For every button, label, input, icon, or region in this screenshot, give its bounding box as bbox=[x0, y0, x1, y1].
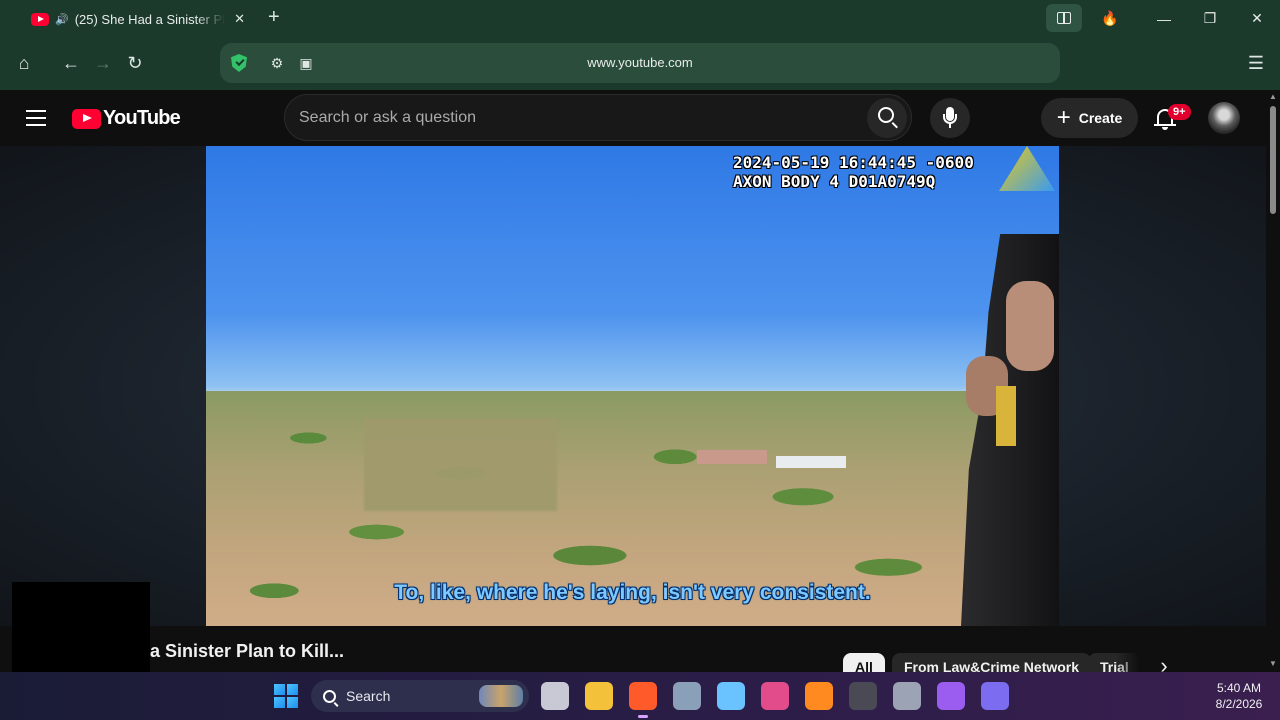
browser-address-bar: ⌂ ← → ↻ ⚙ ▣ www.youtube.com ☰ bbox=[0, 37, 1280, 90]
search-input[interactable] bbox=[299, 107, 839, 129]
axon-logo-icon bbox=[999, 146, 1055, 191]
close-window-button[interactable]: ✕ bbox=[1234, 0, 1280, 37]
task-view-icon[interactable] bbox=[541, 682, 569, 710]
search-highlight-icon bbox=[479, 685, 523, 707]
clock-date: 8/2/2026 bbox=[1215, 697, 1263, 711]
notepad-icon[interactable] bbox=[717, 682, 745, 710]
calculator-icon[interactable] bbox=[893, 682, 921, 710]
taskbar-search[interactable]: Search bbox=[311, 680, 529, 712]
bodycam-device-id: AXON BODY 4 D01A0749Q bbox=[733, 172, 936, 191]
video-title[interactable]: a Sinister Plan to Kill... bbox=[150, 641, 344, 662]
scroll-up-icon[interactable]: ▲ bbox=[1268, 92, 1278, 102]
video-building bbox=[697, 450, 767, 464]
create-label: Create bbox=[1078, 110, 1123, 126]
notification-badge: 9+ bbox=[1168, 104, 1191, 120]
search-icon bbox=[323, 689, 336, 703]
blurred-region bbox=[364, 419, 557, 511]
video-building bbox=[776, 456, 846, 468]
search-button[interactable] bbox=[867, 98, 907, 138]
windows-taskbar: Search 5:40 AM 8/2/2026 bbox=[0, 672, 1280, 720]
snipping-tool-icon[interactable] bbox=[761, 682, 789, 710]
plus-icon: + bbox=[1056, 104, 1071, 131]
search-box bbox=[284, 94, 912, 141]
tab-close-icon[interactable]: ✕ bbox=[234, 11, 245, 27]
video-holster bbox=[996, 386, 1016, 446]
restore-button[interactable]: ❐ bbox=[1187, 0, 1233, 37]
minimize-button[interactable]: — bbox=[1141, 0, 1187, 37]
start-button[interactable] bbox=[274, 684, 298, 708]
search-icon bbox=[878, 107, 894, 123]
url-text: www.youtube.com bbox=[587, 55, 693, 70]
scroll-down-icon[interactable]: ▼ bbox=[1268, 659, 1278, 669]
file-explorer-icon[interactable] bbox=[585, 682, 613, 710]
teams-app-icon[interactable] bbox=[981, 682, 1009, 710]
fl-studio-icon[interactable] bbox=[805, 682, 833, 710]
youtube-header: YouTube + Create bbox=[0, 90, 1266, 146]
page-scrollbar[interactable]: ▲ ▼ bbox=[1266, 90, 1280, 672]
youtube-logo[interactable]: YouTube bbox=[72, 107, 181, 130]
taskbar-clock[interactable]: 5:40 AM 8/2/2026 bbox=[1204, 680, 1274, 712]
reload-icon[interactable]: ↻ bbox=[123, 51, 147, 75]
video-hand bbox=[1006, 281, 1054, 371]
sidebar-icon bbox=[1057, 12, 1071, 24]
browser-menu-icon[interactable]: ☰ bbox=[1244, 51, 1268, 75]
taskbar-search-label: Search bbox=[346, 688, 391, 704]
settings-icon[interactable] bbox=[673, 682, 701, 710]
browser-tab[interactable]: 🔊 (25) She Had a Sinister Plan to Kill..… bbox=[21, 4, 255, 34]
bodycam-timestamp: 2024-05-19 16:44:45 -0600 bbox=[733, 153, 974, 172]
bodycam-overlay: 2024-05-19 16:44:45 -0600 AXON BODY 4 D0… bbox=[733, 153, 974, 191]
browser-tab-bar: 🔊 (25) She Had a Sinister Plan to Kill..… bbox=[0, 0, 1280, 37]
home-icon[interactable]: ⌂ bbox=[12, 51, 36, 75]
new-tab-icon[interactable]: + bbox=[268, 6, 280, 28]
video-player[interactable]: 2024-05-19 16:44:45 -0600 AXON BODY 4 D0… bbox=[206, 146, 1059, 626]
create-button[interactable]: + Create bbox=[1041, 98, 1138, 138]
sidebar-toggle-button[interactable] bbox=[1046, 4, 1082, 32]
clock-time: 5:40 AM bbox=[1216, 681, 1262, 695]
tab-title: (25) She Had a Sinister Plan to Kill... bbox=[74, 11, 225, 27]
youtube-play-icon bbox=[72, 108, 101, 129]
video-caption: To, like, where he's laying, isn't very … bbox=[394, 581, 871, 604]
url-field[interactable]: ⚙ ▣ www.youtube.com bbox=[220, 43, 1060, 83]
obs-icon[interactable] bbox=[849, 682, 877, 710]
clipchamp-icon[interactable] bbox=[937, 682, 965, 710]
browser-icon[interactable] bbox=[629, 682, 657, 718]
youtube-logo-text: YouTube bbox=[103, 107, 181, 129]
youtube-favicon-icon bbox=[31, 12, 49, 26]
voice-search-button[interactable] bbox=[930, 98, 970, 138]
avatar[interactable] bbox=[1208, 102, 1240, 134]
scroll-thumb[interactable] bbox=[1270, 106, 1276, 214]
audio-playing-icon[interactable]: 🔊 bbox=[55, 13, 69, 26]
back-icon[interactable]: ← bbox=[59, 51, 83, 75]
forward-icon[interactable]: → bbox=[91, 51, 115, 75]
fire-icon[interactable]: 🔥 bbox=[1087, 0, 1133, 37]
guide-menu-icon[interactable] bbox=[26, 110, 46, 126]
